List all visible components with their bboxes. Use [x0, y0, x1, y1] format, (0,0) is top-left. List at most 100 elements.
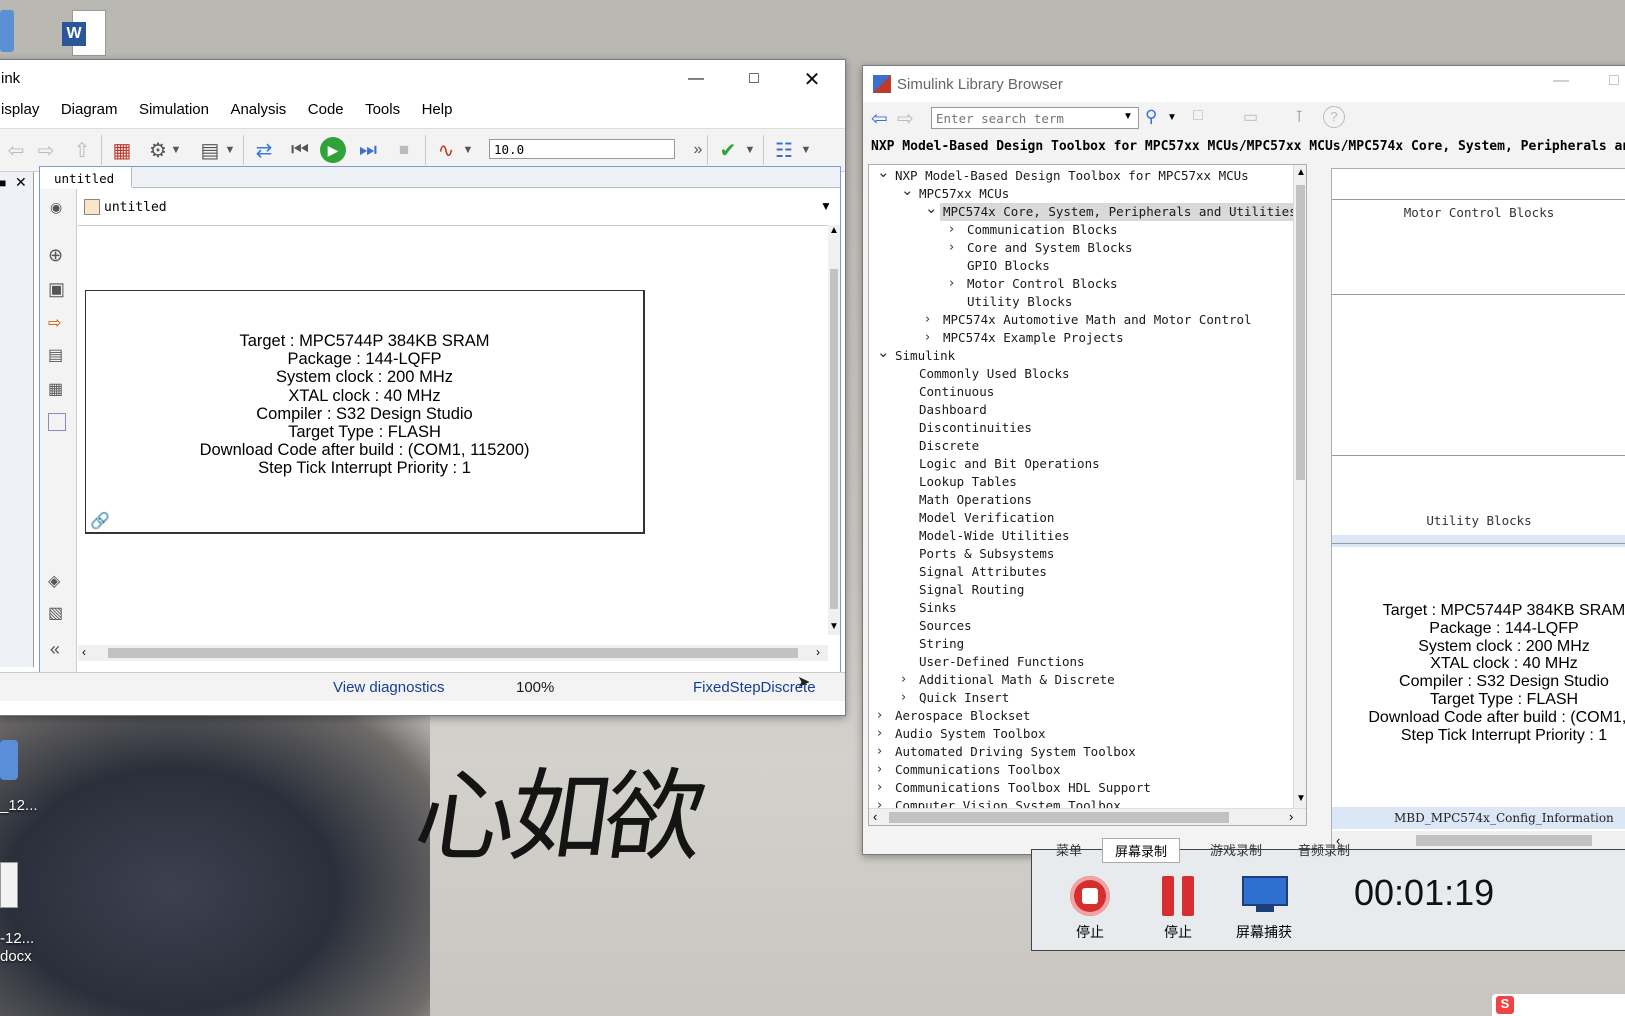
- tree-item[interactable]: › Audio System Toolbox: [869, 726, 1293, 743]
- build-dropdown-icon[interactable]: ▼: [799, 137, 813, 163]
- tree-item[interactable]: › Communications Toolbox HDL Support: [869, 780, 1293, 797]
- scroll-right-icon[interactable]: ›: [816, 645, 820, 659]
- up-arrow-icon[interactable]: ⇧: [69, 137, 95, 163]
- config-info-preview[interactable]: Target : MPC5744P 384KB SRAM Package : 1…: [1332, 543, 1625, 809]
- hide-show-icon[interactable]: ◉: [50, 199, 62, 216]
- maximize-button[interactable]: □: [731, 60, 777, 98]
- chevron-down-icon[interactable]: ⌄: [901, 181, 914, 199]
- scope-dropdown-icon[interactable]: ▼: [461, 137, 475, 163]
- pin-icon[interactable]: ■: [0, 176, 6, 190]
- scroll-left-icon[interactable]: ‹: [82, 645, 86, 659]
- settings-gear-icon[interactable]: ⚙: [145, 137, 171, 163]
- chevron-right-icon[interactable]: ›: [925, 312, 930, 327]
- tree-item[interactable]: Discontinuities: [869, 420, 1293, 437]
- check-icon[interactable]: ✔: [715, 137, 741, 163]
- chevron-right-icon[interactable]: ›: [901, 690, 906, 705]
- address-path[interactable]: untitled: [104, 200, 167, 215]
- tree-item[interactable]: ⌄ NXP Model-Based Design Toolbox for MPC5…: [869, 165, 1293, 185]
- horizontal-scrollbar[interactable]: ‹ ›: [78, 645, 828, 661]
- scroll-left-icon[interactable]: ‹: [873, 809, 877, 824]
- chevron-right-icon[interactable]: ›: [877, 744, 882, 759]
- minimize-button[interactable]: —: [1553, 72, 1569, 90]
- chevron-right-icon[interactable]: ›: [949, 222, 954, 237]
- close-pane-icon[interactable]: ✕: [15, 174, 27, 191]
- tree-item[interactable]: Sources: [869, 618, 1293, 635]
- menu-simulation[interactable]: Simulation: [139, 101, 209, 118]
- tree-item[interactable]: › Core and System Blocks: [869, 240, 1293, 257]
- screen-capture-icon[interactable]: [1242, 876, 1288, 914]
- tree-vertical-scrollbar[interactable]: ▲ ▼: [1293, 165, 1306, 808]
- h-scroll-thumb[interactable]: [108, 648, 798, 658]
- property-inspector-icon[interactable]: ▧: [48, 603, 63, 623]
- config-information-block[interactable]: Target : MPC5744P 384KB SRAM Package : 1…: [85, 290, 645, 534]
- scroll-down-icon[interactable]: ▼: [1296, 793, 1306, 804]
- tree-item[interactable]: User-Defined Functions: [869, 654, 1293, 671]
- close-button[interactable]: ✕: [789, 60, 835, 98]
- tree-item[interactable]: String: [869, 636, 1293, 653]
- tree-item[interactable]: Dashboard: [869, 402, 1293, 419]
- menu-code[interactable]: Code: [308, 101, 344, 118]
- stop-button[interactable]: ⏹: [391, 137, 417, 163]
- chevron-right-icon[interactable]: ›: [877, 708, 882, 723]
- recorder-tab-screen[interactable]: 屏幕录制: [1102, 838, 1181, 863]
- tree-item[interactable]: Lookup Tables: [869, 474, 1293, 491]
- maximize-button[interactable]: □: [1609, 72, 1619, 90]
- tree-item[interactable]: › MPC574x Automotive Math and Motor Contr…: [869, 312, 1293, 329]
- chevron-right-icon[interactable]: ›: [949, 240, 954, 255]
- tree-item[interactable]: ⌄ Simulink: [869, 343, 1293, 365]
- step-forward-icon[interactable]: ⏭: [355, 137, 381, 163]
- scroll-thumb[interactable]: [830, 269, 838, 609]
- tree-item[interactable]: Commonly Used Blocks: [869, 366, 1293, 383]
- tree-item[interactable]: › Aerospace Blockset: [869, 708, 1293, 725]
- collapse-palette-icon[interactable]: «: [50, 639, 60, 660]
- motor-control-blocks-tile[interactable]: Motor Control Blocks: [1332, 199, 1625, 295]
- view-diagnostics-link[interactable]: View diagnostics: [333, 679, 444, 696]
- tree-item[interactable]: Discrete: [869, 438, 1293, 455]
- tree-item[interactable]: Model Verification: [869, 510, 1293, 527]
- gear-dropdown-icon[interactable]: ▼: [169, 137, 183, 163]
- chevron-down-icon[interactable]: ⌄: [877, 165, 890, 181]
- chevron-right-icon[interactable]: ›: [901, 672, 906, 687]
- vertical-scrollbar[interactable]: ▲ ▼: [828, 225, 840, 635]
- h-scroll-thumb[interactable]: [889, 812, 1229, 823]
- scroll-thumb[interactable]: [1296, 185, 1305, 480]
- scope-icon[interactable]: ∿: [433, 137, 459, 163]
- chevron-right-icon[interactable]: ›: [877, 780, 882, 795]
- run-button[interactable]: ▶: [320, 137, 346, 163]
- chevron-right-icon[interactable]: ›: [877, 726, 882, 741]
- build-icon[interactable]: ☷: [771, 137, 797, 163]
- tree-item[interactable]: GPIO Blocks: [869, 258, 1293, 275]
- stop-record-button[interactable]: [1070, 876, 1110, 916]
- tree-item[interactable]: › Motor Control Blocks: [869, 276, 1293, 293]
- fit-view-icon[interactable]: ▣: [48, 279, 65, 300]
- document-icon[interactable]: [0, 862, 18, 908]
- desktop-icon-label[interactable]: -12...: [0, 930, 34, 947]
- tree-item[interactable]: Sinks: [869, 600, 1293, 617]
- menu-diagram[interactable]: Diagram: [61, 101, 118, 118]
- menu-display[interactable]: isplay: [1, 101, 39, 118]
- update-diagram-icon[interactable]: ⇄: [251, 137, 277, 163]
- desktop-app-icon[interactable]: [0, 740, 18, 780]
- scroll-down-icon[interactable]: ▼: [829, 621, 839, 632]
- tree-item[interactable]: Ports & Subsystems: [869, 546, 1293, 563]
- scroll-up-icon[interactable]: ▲: [829, 225, 839, 236]
- check-dropdown-icon[interactable]: ▼: [743, 137, 757, 163]
- search-icon[interactable]: ⚲: [1145, 107, 1157, 127]
- recorder-tab-menu[interactable]: 菜单: [1056, 840, 1082, 859]
- title-bar[interactable]: Simulink Library Browser — □: [863, 66, 1625, 102]
- tree-item[interactable]: › MPC574x Example Projects: [869, 330, 1293, 347]
- tree-item[interactable]: › Automated Driving System Toolbox: [869, 744, 1293, 761]
- signal-arrow-icon[interactable]: ⇨: [48, 313, 61, 333]
- recorder-tab-game[interactable]: 游戏录制: [1210, 840, 1262, 859]
- menu-analysis[interactable]: Analysis: [230, 101, 286, 118]
- tree-item[interactable]: › Communications Toolbox: [869, 762, 1293, 779]
- tree-item[interactable]: Utility Blocks: [869, 294, 1293, 311]
- pause-button[interactable]: [1158, 876, 1198, 916]
- explorer-dropdown-icon[interactable]: ▼: [223, 137, 237, 163]
- chevron-down-icon[interactable]: ⌄: [925, 199, 938, 217]
- tree-item[interactable]: Math Operations: [869, 492, 1293, 509]
- tree-item[interactable]: › Communication Blocks: [869, 222, 1293, 239]
- search-dropdown-icon[interactable]: ▼: [1123, 111, 1133, 122]
- tree-item[interactable]: › Quick Insert: [869, 690, 1293, 707]
- new-model-icon[interactable]: □: [1193, 107, 1203, 125]
